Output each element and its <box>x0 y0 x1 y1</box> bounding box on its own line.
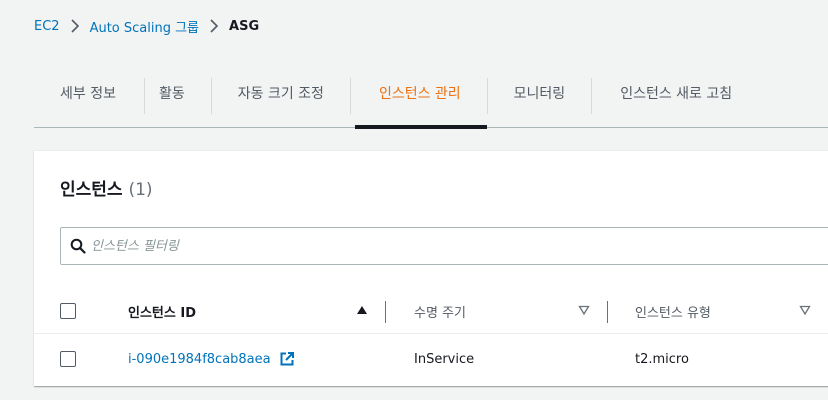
breadcrumb: EC2 Auto Scaling 그룹 ASG <box>34 14 259 38</box>
tab-instance-management[interactable]: 인스턴스 관리 <box>354 72 487 129</box>
column-header-label: 인스턴스 ID <box>128 305 196 321</box>
tab-details[interactable]: 세부 정보 <box>34 72 144 128</box>
table-row: i-090e1984f8cab8aea InService t2.micro <box>34 336 828 382</box>
column-header-instance-id[interactable]: 인스턴스 ID <box>128 288 196 334</box>
column-divider <box>385 301 386 323</box>
breadcrumb-current: ASG <box>229 18 260 34</box>
column-header-instance-type[interactable]: 인스턴스 유형 <box>635 288 711 334</box>
tab-label: 자동 크기 조정 <box>237 86 324 102</box>
instance-id-text: i-090e1984f8cab8aea <box>128 351 271 367</box>
breadcrumb-ec2[interactable]: EC2 <box>34 19 60 34</box>
sort-icon[interactable] <box>799 304 811 316</box>
column-header-label: 인스턴스 유형 <box>635 305 711 321</box>
select-all-checkbox[interactable] <box>60 303 76 319</box>
tab-label: 인스턴스 새로 고침 <box>620 86 733 102</box>
instance-id-link[interactable]: i-090e1984f8cab8aea <box>128 336 295 382</box>
table-header-row: 인스턴스 ID 수명 주기 인스턴스 유형 <box>34 288 828 334</box>
tab-label: 활동 <box>158 86 185 102</box>
tab-divider <box>349 78 351 114</box>
column-header-lifecycle[interactable]: 수명 주기 <box>414 288 466 334</box>
instance-filter <box>60 227 828 265</box>
tab-instance-refresh[interactable]: 인스턴스 새로 고침 <box>592 72 732 128</box>
tab-bar: 세부 정보 활동 자동 크기 조정 인스턴스 관리 모니터링 인스턴스 새로 고… <box>34 72 828 129</box>
search-icon <box>69 237 87 255</box>
tab-activity[interactable]: 활동 <box>145 72 211 128</box>
row-select-checkbox[interactable] <box>60 351 76 367</box>
instance-count: (1) <box>128 180 153 200</box>
lifecycle-value: InService <box>414 351 475 367</box>
column-divider <box>607 301 608 323</box>
panel-title: 인스턴스 (1) <box>60 175 153 200</box>
column-header-label: 수명 주기 <box>414 305 466 321</box>
instances-panel: 인스턴스 (1) 인스턴스 ID 수명 주기 인스턴스 유형 i-090e198… <box>34 150 828 386</box>
tab-monitoring[interactable]: 모니터링 <box>488 72 592 128</box>
filter-input[interactable] <box>91 238 691 254</box>
tab-label: 모니터링 <box>513 86 566 102</box>
chevron-right-icon <box>209 19 219 33</box>
tab-automatic-scaling[interactable]: 자동 크기 조정 <box>212 72 350 128</box>
instance-type-value: t2.micro <box>635 351 689 367</box>
tab-label: 세부 정보 <box>60 86 116 102</box>
tab-label: 인스턴스 관리 <box>378 86 461 102</box>
sort-icon[interactable] <box>578 304 590 316</box>
chevron-right-icon <box>70 19 80 33</box>
breadcrumb-auto-scaling-groups[interactable]: Auto Scaling 그룹 <box>90 17 199 36</box>
panel-title-text: 인스턴스 <box>60 180 123 200</box>
sort-ascending-icon[interactable] <box>356 304 368 316</box>
external-link-icon[interactable] <box>279 351 295 367</box>
